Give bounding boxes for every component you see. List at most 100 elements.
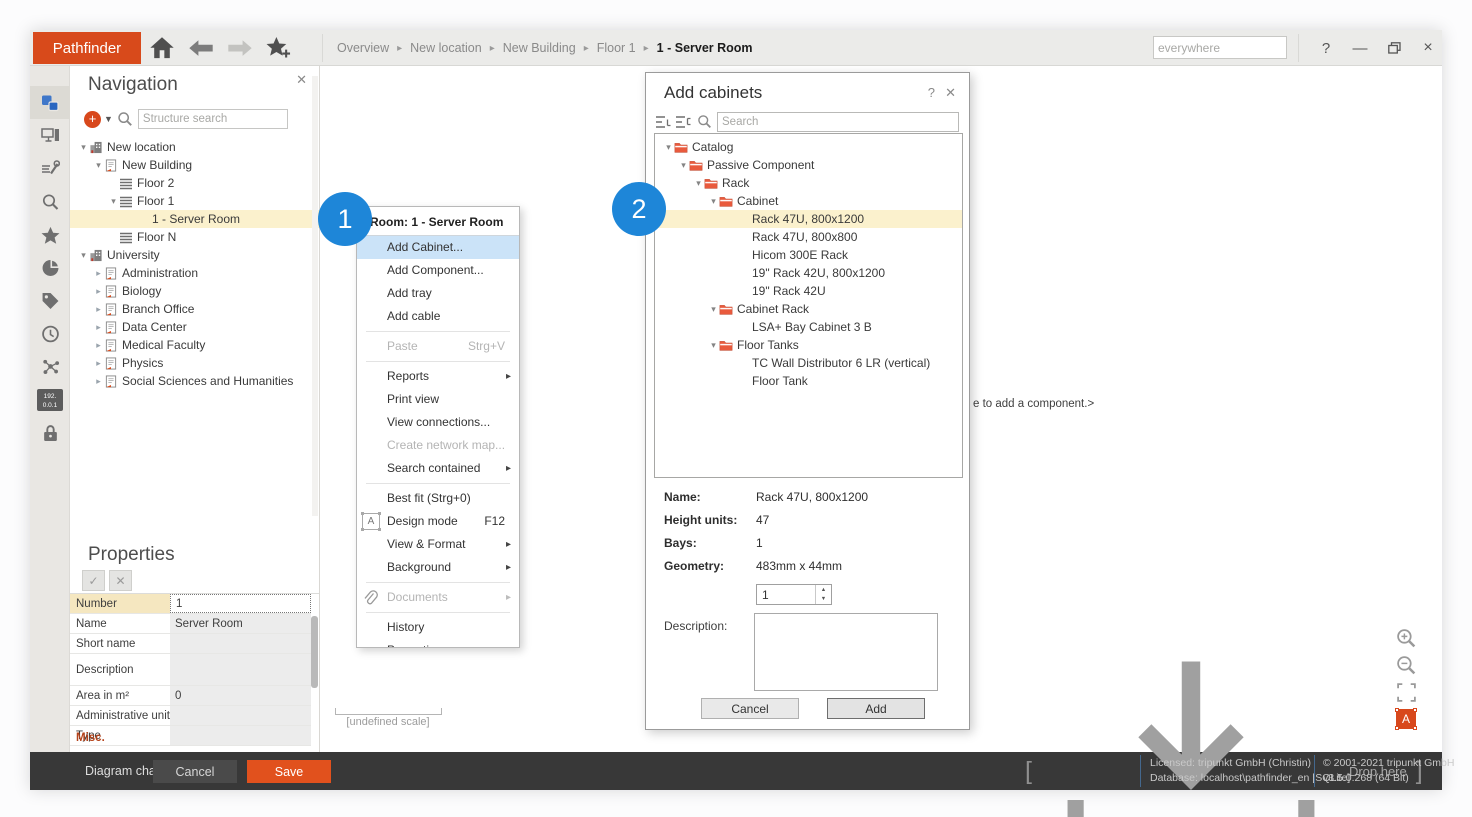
tree-item[interactable]: ▾Catalog <box>655 138 962 156</box>
expander-closed-icon[interactable]: ▸ <box>93 286 104 297</box>
diagram-cancel-button[interactable]: Cancel <box>153 760 237 783</box>
restore-button[interactable] <box>1380 36 1408 60</box>
tree-item[interactable]: ▾Cabinet Rack <box>655 300 962 318</box>
apply-check-icon[interactable]: ✓ <box>82 570 105 591</box>
tree-item[interactable]: 19" Rack 42U <box>655 282 962 300</box>
quantity-stepper[interactable]: 1 ▲▼ <box>756 584 832 605</box>
properties-misc-section[interactable]: Misc. <box>76 732 105 744</box>
menu-item-history[interactable]: History <box>357 616 519 639</box>
expander-closed-icon[interactable]: ▸ <box>93 376 104 387</box>
property-value-field[interactable] <box>170 634 311 653</box>
menu-item-properties[interactable]: Properties <box>357 639 519 648</box>
sidebar-tag-button[interactable] <box>30 284 70 317</box>
dialog-help-button[interactable]: ? <box>928 85 935 100</box>
breadcrumb-item[interactable]: New Building <box>503 41 576 55</box>
tree-item[interactable]: Floor Tank <box>655 372 962 390</box>
home-button[interactable] <box>149 36 175 60</box>
minimize-button[interactable]: — <box>1346 36 1374 60</box>
expander-open-icon[interactable]: ▾ <box>663 142 674 153</box>
menu-item-add-cable[interactable]: Add cable <box>357 305 519 328</box>
tree-item[interactable]: 1 - Server Room <box>70 210 319 228</box>
add-button[interactable]: Add <box>827 698 925 719</box>
back-button[interactable] <box>188 36 214 60</box>
tree-item[interactable]: ▾University <box>70 246 319 264</box>
best-fit-button[interactable] <box>1394 680 1418 704</box>
menu-item-search-contained[interactable]: Search contained▸ <box>357 457 519 480</box>
sidebar-search-button[interactable] <box>30 185 70 218</box>
tree-item[interactable]: Floor N <box>70 228 319 246</box>
expander-open-icon[interactable]: ▾ <box>678 160 689 171</box>
cancel-button[interactable]: Cancel <box>701 698 799 719</box>
expander-open-icon[interactable]: ▾ <box>93 160 104 171</box>
tree-item[interactable]: TC Wall Distributor 6 LR (vertical) <box>655 354 962 372</box>
close-button[interactable]: × <box>1414 36 1442 60</box>
tree-item[interactable]: ▾Cabinet <box>655 192 962 210</box>
breadcrumb-item[interactable]: Overview <box>337 41 389 55</box>
sidebar-history-clock-button[interactable] <box>30 317 70 350</box>
app-logo[interactable]: Pathfinder <box>33 32 141 64</box>
stepper-down-icon[interactable]: ▼ <box>816 595 831 605</box>
sidebar-lock-button[interactable] <box>30 416 70 449</box>
sidebar-favorites-button[interactable] <box>30 218 70 251</box>
breadcrumb-item[interactable]: 1 - Server Room <box>657 41 753 55</box>
tree-item[interactable]: ▸Branch Office <box>70 300 319 318</box>
structure-search-input[interactable] <box>138 109 288 129</box>
breadcrumb-item[interactable]: New location <box>410 41 482 55</box>
add-structure-button[interactable]: + <box>84 111 101 128</box>
catalog-search-input[interactable] <box>717 112 959 132</box>
zoom-in-button[interactable] <box>1394 626 1418 650</box>
menu-item-best-fit-strg-0[interactable]: Best fit (Strg+0) <box>357 487 519 510</box>
menu-item-view-connections[interactable]: View connections... <box>357 411 519 434</box>
sidebar-ip-address-button[interactable]: 192.0.0.1 <box>30 383 70 416</box>
expander-closed-icon[interactable]: ▸ <box>93 304 104 315</box>
navigation-scrollbar[interactable] <box>312 76 318 516</box>
dialog-close-icon[interactable]: ✕ <box>945 85 956 101</box>
sidebar-topology-button[interactable] <box>30 350 70 383</box>
menu-item-add-tray[interactable]: Add tray <box>357 282 519 305</box>
quantity-value[interactable]: 1 <box>757 585 815 604</box>
tree-item[interactable]: LSA+ Bay Cabinet 3 B <box>655 318 962 336</box>
property-value-field[interactable]: 1 <box>170 594 311 613</box>
collapse-tree-icon[interactable] <box>674 114 691 130</box>
property-value-field[interactable]: 0 <box>170 686 311 705</box>
tree-item[interactable]: ▾New location <box>70 138 319 156</box>
menu-item-background[interactable]: Background▸ <box>357 556 519 579</box>
tree-item[interactable]: ▸Biology <box>70 282 319 300</box>
zoom-out-button[interactable] <box>1394 653 1418 677</box>
stepper-buttons[interactable]: ▲▼ <box>815 585 831 604</box>
property-value-field[interactable] <box>170 726 311 745</box>
tree-item[interactable]: ▾Passive Component <box>655 156 962 174</box>
expander-open-icon[interactable]: ▾ <box>78 142 89 153</box>
menu-item-add-cabinet[interactable]: Add Cabinet... <box>357 236 519 259</box>
help-button[interactable]: ? <box>1312 36 1340 60</box>
expander-open-icon[interactable]: ▾ <box>108 196 119 207</box>
sidebar-navigation-tree-button[interactable] <box>30 86 70 119</box>
tree-item[interactable]: Rack 47U, 800x1200 <box>655 210 962 228</box>
chevron-down-icon[interactable]: ▼ <box>104 114 113 124</box>
design-mode-button[interactable]: A <box>1394 707 1418 731</box>
global-search[interactable] <box>1153 36 1287 59</box>
discard-x-icon[interactable]: ✕ <box>109 570 132 591</box>
tree-item[interactable]: ▸Social Sciences and Humanities <box>70 372 319 390</box>
description-textarea[interactable] <box>754 613 938 691</box>
property-value-field[interactable] <box>170 654 311 685</box>
sidebar-workstation-button[interactable] <box>30 119 70 152</box>
properties-scrollbar[interactable] <box>311 616 318 688</box>
menu-item-design-mode[interactable]: ADesign modeF12 <box>357 510 519 533</box>
navigation-close-icon[interactable]: ✕ <box>296 72 307 88</box>
menu-item-print-view[interactable]: Print view <box>357 388 519 411</box>
tree-item[interactable]: ▾Floor Tanks <box>655 336 962 354</box>
tree-item[interactable]: Hicom 300E Rack <box>655 246 962 264</box>
expander-open-icon[interactable]: ▾ <box>78 250 89 261</box>
menu-item-view-format[interactable]: View & Format▸ <box>357 533 519 556</box>
tree-item[interactable]: ▸Physics <box>70 354 319 372</box>
diagram-save-button[interactable]: Save <box>247 760 331 783</box>
expander-open-icon[interactable]: ▾ <box>708 196 719 207</box>
tree-item[interactable]: ▸Data Center <box>70 318 319 336</box>
expander-closed-icon[interactable]: ▸ <box>93 340 104 351</box>
tree-item[interactable]: ▸Administration <box>70 264 319 282</box>
expander-open-icon[interactable]: ▾ <box>708 340 719 351</box>
property-value-field[interactable]: Server Room <box>170 614 311 633</box>
tree-item[interactable]: ▸Medical Faculty <box>70 336 319 354</box>
expander-closed-icon[interactable]: ▸ <box>93 268 104 279</box>
